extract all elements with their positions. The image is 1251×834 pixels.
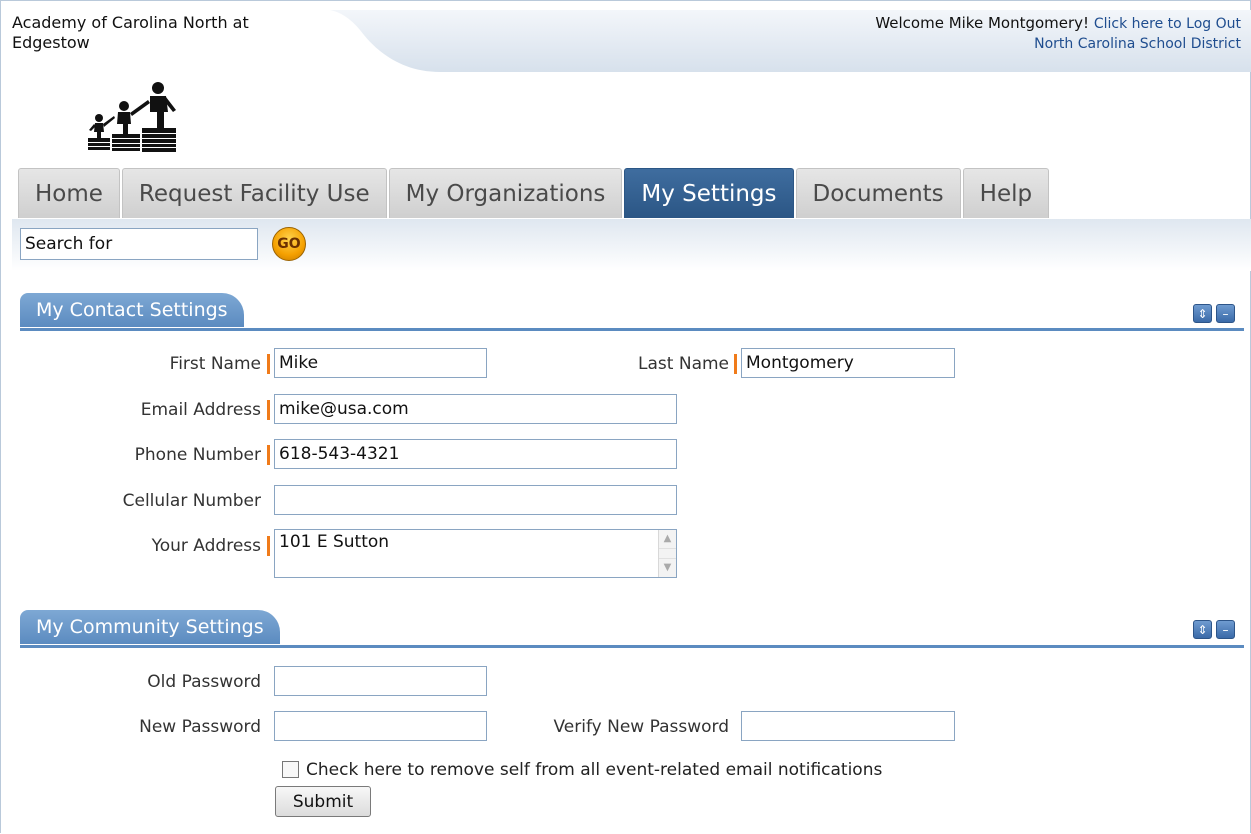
first-name-field[interactable]	[274, 348, 487, 378]
submit-button[interactable]: Submit	[275, 786, 371, 817]
address-label: Your Address	[151, 536, 261, 556]
community-section-title: My Community Settings	[20, 610, 280, 644]
expand-collapse-icon[interactable]: ⇕	[1193, 304, 1212, 323]
email-field[interactable]	[274, 394, 677, 424]
new-password-label: New Password	[139, 717, 261, 737]
required-marker	[267, 354, 270, 374]
welcome-text: Welcome Mike Montgomery!	[875, 14, 1090, 32]
required-marker	[734, 354, 737, 374]
search-input[interactable]	[20, 228, 258, 260]
required-marker	[267, 445, 270, 465]
tab-my-organizations[interactable]: My Organizations	[388, 168, 623, 218]
verify-password-field[interactable]	[741, 711, 955, 741]
minimize-icon[interactable]: –	[1216, 304, 1235, 323]
phone-field[interactable]	[274, 439, 677, 469]
tab-request-facility-use[interactable]: Request Facility Use	[121, 168, 387, 218]
required-marker	[267, 400, 270, 420]
email-label: Email Address	[140, 400, 261, 420]
district-name: North Carolina School District	[1034, 36, 1241, 52]
first-name-label: First Name	[169, 354, 261, 374]
welcome-block: Welcome Mike Montgomery! Click here to L…	[875, 13, 1241, 54]
expand-collapse-icon[interactable]: ⇕	[1193, 620, 1212, 639]
tab-help[interactable]: Help	[962, 168, 1050, 218]
scroll-down-icon[interactable]: ▼	[659, 558, 676, 577]
verify-password-label: Verify New Password	[553, 717, 729, 737]
address-scrollbar[interactable]: ▲ ▼	[658, 530, 676, 577]
last-name-label: Last Name	[638, 354, 729, 374]
contact-section-header: My Contact Settings	[20, 292, 244, 328]
required-marker	[267, 536, 270, 556]
tab-home[interactable]: Home	[18, 168, 120, 218]
school-name: Academy of Carolina North at Edgestow	[12, 13, 249, 52]
scroll-up-icon[interactable]: ▲	[659, 530, 676, 549]
new-password-field[interactable]	[274, 711, 487, 741]
email-optout-label: Check here to remove self from all event…	[306, 760, 883, 780]
tab-my-settings[interactable]: My Settings	[624, 168, 794, 218]
minimize-icon[interactable]: –	[1216, 620, 1235, 639]
cell-label: Cellular Number	[122, 491, 261, 511]
contact-section-controls: ⇕ –	[1193, 304, 1235, 323]
cell-field[interactable]	[274, 485, 677, 515]
community-section-controls: ⇕ –	[1193, 620, 1235, 639]
go-button[interactable]: GO	[272, 227, 306, 261]
email-optout-checkbox[interactable]	[282, 761, 299, 778]
logout-link[interactable]: Click here to Log Out	[1094, 16, 1241, 32]
tab-documents[interactable]: Documents	[795, 168, 961, 218]
old-password-label: Old Password	[147, 672, 261, 692]
phone-label: Phone Number	[134, 445, 261, 465]
last-name-field[interactable]	[741, 348, 955, 378]
school-logo-icon	[88, 82, 176, 152]
main-nav: Home Request Facility Use My Organizatio…	[18, 168, 1051, 219]
old-password-field[interactable]	[274, 666, 487, 696]
section-divider	[20, 645, 1244, 648]
community-section-header: My Community Settings	[20, 609, 280, 645]
address-field[interactable]: 101 E Sutton	[274, 529, 677, 578]
section-divider	[20, 328, 1244, 331]
contact-section-title: My Contact Settings	[20, 293, 244, 327]
